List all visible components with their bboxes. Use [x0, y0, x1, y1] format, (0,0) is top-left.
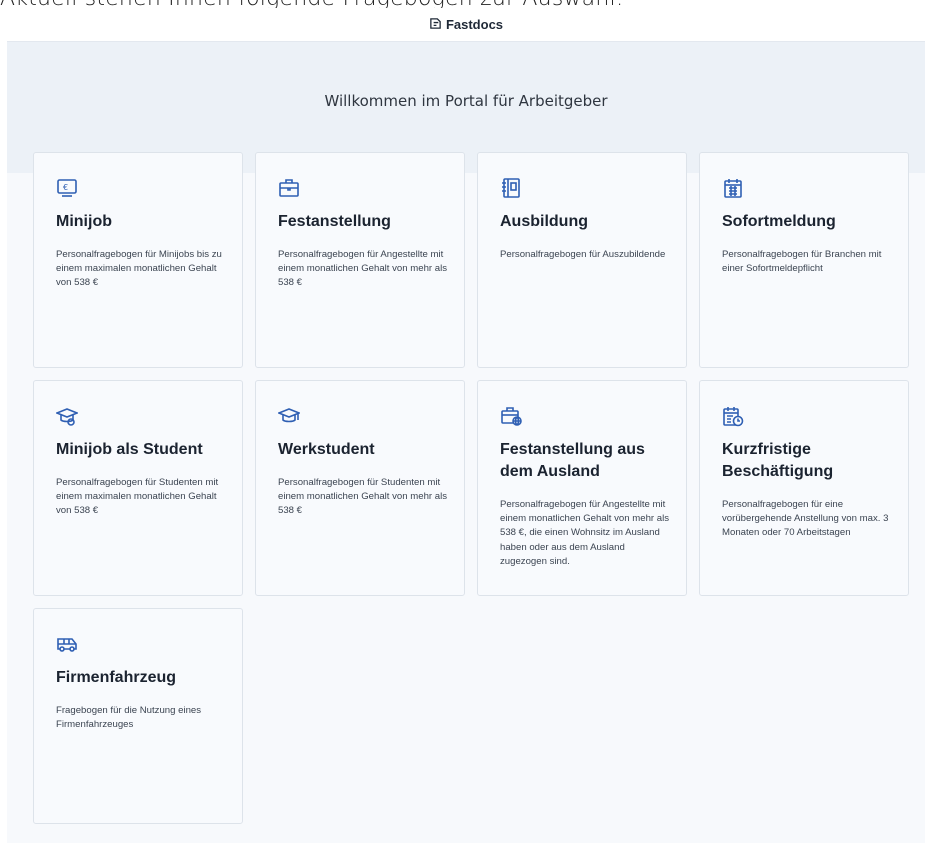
card-kurzfristige-beschaeftigung[interactable]: Kurzfristige Beschäftigung Personalfrage…: [699, 380, 909, 596]
card-description: Personalfragebogen für eine vorübergehen…: [722, 499, 889, 539]
card-title: Firmenfahrzeug: [56, 669, 177, 686]
graduation-cap-icon: [276, 405, 302, 427]
svg-text:€: €: [63, 183, 68, 192]
card-title: Ausbildung: [500, 213, 588, 230]
brand-logo[interactable]: Fastdocs: [429, 17, 503, 33]
brand-name: Fastdocs: [445, 17, 504, 32]
card-festanstellung[interactable]: Festanstellung Personalfragebogen für An…: [255, 152, 465, 368]
card-title: Minijob: [56, 213, 112, 230]
card-description: Personalfragebogen für Angestellte mit e…: [500, 499, 670, 567]
card-minijob[interactable]: € Minijob Personalfragebogen für Minijob…: [33, 152, 243, 368]
portal-frame: Fastdocs Willkommen im Portal für Arbeit…: [7, 8, 925, 843]
card-description: Fragebogen für die Nutzung eines Firmenf…: [56, 705, 202, 731]
fastdocs-logo-icon: [429, 17, 442, 33]
card-description: Personalfragebogen für Branchen mit eine…: [722, 249, 882, 275]
top-bar: Fastdocs: [7, 8, 925, 42]
card-werkstudent[interactable]: Werkstudent Personalfragebogen für Stude…: [255, 380, 465, 596]
card-title: Festanstellung aus dem Ausland: [500, 441, 645, 480]
notebook-icon: [500, 177, 522, 199]
graduation-cap-money-icon: [54, 405, 80, 427]
card-description: Personalfragebogen für Minijobs bis zu e…: [56, 249, 222, 289]
card-description: Personalfragebogen für Studenten mit ein…: [278, 477, 448, 517]
card-title: Sofortmeldung: [722, 213, 836, 230]
card-description: Personalfragebogen für Auszubildende: [500, 249, 666, 260]
card-title: Festanstellung: [278, 213, 391, 230]
card-description: Personalfragebogen für Angestellte mit e…: [278, 249, 448, 289]
money-icon: €: [56, 177, 78, 199]
card-title: Kurzfristige Beschäftigung: [722, 441, 834, 480]
card-ausbildung[interactable]: Ausbildung Personalfragebogen für Auszub…: [477, 152, 687, 368]
card-festanstellung-ausland[interactable]: Festanstellung aus dem Ausland Personalf…: [477, 380, 687, 596]
welcome-heading: Willkommen im Portal für Arbeitgeber: [324, 92, 608, 110]
van-icon: [56, 633, 78, 655]
card-title: Werkstudent: [278, 441, 375, 458]
card-description: Personalfragebogen für Studenten mit ein…: [56, 477, 219, 517]
card-sofortmeldung[interactable]: Sofortmeldung Personalfragebogen für Bra…: [699, 152, 909, 368]
calendar-clock-icon: [722, 405, 744, 427]
card-firmenfahrzeug[interactable]: Firmenfahrzeug Fragebogen für die Nutzun…: [33, 608, 243, 824]
briefcase-icon: [278, 177, 300, 199]
card-title: Minijob als Student: [56, 441, 203, 458]
briefcase-globe-icon: [500, 405, 522, 427]
calendar-icon: [722, 177, 744, 199]
card-minijob-als-student[interactable]: Minijob als Student Personalfragebogen f…: [33, 380, 243, 596]
